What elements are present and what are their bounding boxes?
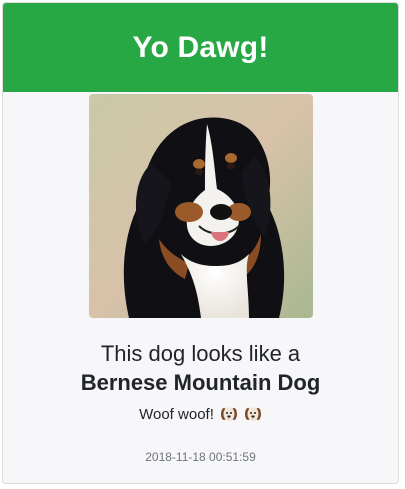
page-title: Yo Dawg!	[132, 30, 269, 64]
woof-line: Woof woof!	[3, 405, 398, 423]
breed-name: Bernese Mountain Dog	[80, 370, 321, 395]
dog-photo-illustration	[89, 94, 313, 318]
result-prefix: This dog looks like a	[100, 341, 301, 366]
dog-face-icon	[244, 405, 262, 423]
timestamp: 2018-11-18 00:51:59	[145, 450, 256, 464]
woof-text: Woof woof!	[139, 405, 214, 423]
result-card: Yo Dawg! This dog looks like a Bernese M…	[2, 2, 399, 484]
dog-face-icon	[220, 405, 238, 423]
card-header: Yo Dawg!	[3, 3, 398, 92]
dog-photo	[89, 94, 313, 318]
